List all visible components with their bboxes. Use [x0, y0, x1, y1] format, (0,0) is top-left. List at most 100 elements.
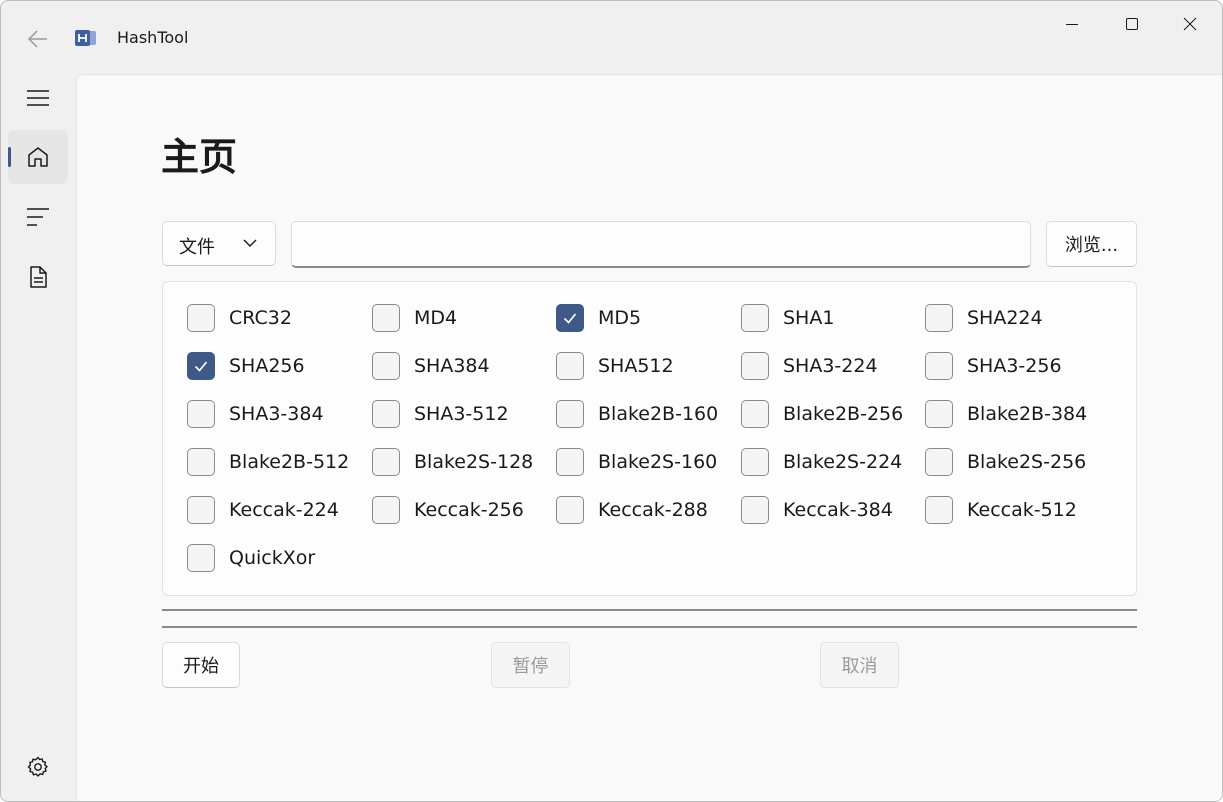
nav-menu-toggle[interactable] [8, 71, 68, 125]
checkbox-unchecked[interactable] [372, 304, 400, 332]
checkbox-unchecked[interactable] [741, 304, 769, 332]
progress-bar-top [162, 609, 1137, 611]
algorithm-option[interactable]: Keccak-384 [741, 494, 893, 526]
checkbox-unchecked[interactable] [741, 496, 769, 524]
checkbox-unchecked[interactable] [741, 400, 769, 428]
algorithm-option[interactable]: SHA3-256 [925, 350, 1062, 382]
algorithm-label: SHA512 [598, 355, 674, 377]
algorithm-option[interactable]: Blake2S-224 [741, 446, 902, 478]
algorithm-option[interactable]: Keccak-224 [187, 494, 339, 526]
checkbox-checked[interactable] [556, 304, 584, 332]
algorithm-label: QuickXor [229, 547, 316, 569]
checkbox-unchecked[interactable] [372, 352, 400, 380]
checkbox-unchecked[interactable] [187, 496, 215, 524]
algorithm-option[interactable]: Blake2B-512 [187, 446, 349, 478]
algorithm-label: Blake2B-160 [598, 403, 719, 425]
algorithm-option[interactable]: Blake2B-256 [741, 398, 903, 430]
algorithm-label: Blake2S-224 [783, 451, 903, 473]
algorithm-label: Blake2B-384 [967, 403, 1088, 425]
algorithm-option[interactable]: SHA512 [556, 350, 674, 382]
algorithm-option[interactable]: MD5 [556, 302, 641, 334]
algorithm-option[interactable]: Blake2B-384 [925, 398, 1087, 430]
settings-gear-icon [27, 756, 48, 777]
algorithm-label: Keccak-384 [783, 499, 893, 521]
checkbox-unchecked[interactable] [187, 544, 215, 572]
algorithm-option[interactable]: CRC32 [187, 302, 292, 334]
algorithm-label: Keccak-224 [229, 499, 339, 521]
chevron-down-icon [243, 239, 257, 247]
algorithm-option[interactable]: SHA3-384 [187, 398, 324, 430]
checkbox-unchecked[interactable] [556, 352, 584, 380]
back-arrow-icon [27, 30, 47, 48]
minimize-button[interactable] [1043, 5, 1101, 43]
checkbox-unchecked[interactable] [372, 448, 400, 476]
cancel-button[interactable]: 取消 [820, 642, 899, 688]
algorithm-option[interactable]: SHA3-224 [741, 350, 878, 382]
checkbox-unchecked[interactable] [925, 448, 953, 476]
algorithm-label: CRC32 [229, 307, 292, 329]
checkbox-checked[interactable] [187, 352, 215, 380]
checkmark-icon [563, 313, 577, 324]
list-icon [27, 208, 49, 226]
input-mode-dropdown[interactable]: 文件 [162, 221, 276, 266]
app-window: HashTool 主页 文件 浏览... CRC32 MD4 MD5 SHA1 … [0, 0, 1223, 802]
checkbox-unchecked[interactable] [556, 496, 584, 524]
algorithm-option[interactable]: Keccak-256 [372, 494, 524, 526]
checkbox-unchecked[interactable] [741, 352, 769, 380]
algorithm-option[interactable]: SHA3-512 [372, 398, 509, 430]
algorithm-option[interactable]: SHA256 [187, 350, 305, 382]
algorithm-label: MD5 [598, 307, 642, 329]
hamburger-menu-icon [27, 90, 49, 106]
algorithm-label: Keccak-288 [598, 499, 708, 521]
checkbox-unchecked[interactable] [372, 496, 400, 524]
algorithm-label: SHA256 [229, 355, 305, 377]
algorithm-label: SHA3-224 [783, 355, 878, 377]
title-bar: HashTool [1, 1, 1222, 73]
checkbox-unchecked[interactable] [187, 304, 215, 332]
algorithm-option[interactable]: Blake2S-128 [372, 446, 533, 478]
back-button[interactable] [23, 25, 53, 53]
algorithm-option[interactable]: Blake2S-160 [556, 446, 717, 478]
checkbox-unchecked[interactable] [187, 400, 215, 428]
checkbox-unchecked[interactable] [556, 448, 584, 476]
checkbox-unchecked[interactable] [925, 496, 953, 524]
maximize-icon [1126, 18, 1138, 30]
algorithm-option[interactable]: SHA224 [925, 302, 1043, 334]
algorithm-label: SHA384 [414, 355, 490, 377]
pause-button[interactable]: 暂停 [491, 642, 570, 688]
algorithm-option[interactable]: Blake2S-256 [925, 446, 1086, 478]
home-icon [28, 147, 48, 167]
checkbox-unchecked[interactable] [187, 448, 215, 476]
nav-item-home[interactable] [8, 130, 68, 184]
checkbox-unchecked[interactable] [372, 400, 400, 428]
algorithm-option[interactable]: MD4 [372, 302, 457, 334]
algorithm-option[interactable]: SHA384 [372, 350, 490, 382]
minimize-icon [1066, 24, 1078, 25]
checkbox-unchecked[interactable] [925, 352, 953, 380]
checkbox-unchecked[interactable] [741, 448, 769, 476]
document-icon [30, 266, 47, 288]
nav-item-document[interactable] [8, 250, 68, 304]
algorithm-option[interactable]: Keccak-288 [556, 494, 708, 526]
nav-item-list[interactable] [8, 190, 68, 244]
algorithm-option[interactable]: QuickXor [187, 542, 315, 574]
algorithm-option[interactable]: Blake2B-160 [556, 398, 718, 430]
path-input[interactable] [291, 221, 1031, 268]
algorithm-label: Keccak-256 [414, 499, 524, 521]
algorithm-option[interactable]: Keccak-512 [925, 494, 1077, 526]
app-logo-icon [75, 30, 97, 46]
browse-button[interactable]: 浏览... [1046, 221, 1137, 267]
close-button[interactable] [1161, 5, 1219, 43]
nav-item-settings[interactable] [8, 740, 68, 794]
checkbox-unchecked[interactable] [925, 400, 953, 428]
checkbox-unchecked[interactable] [556, 400, 584, 428]
close-icon [1183, 17, 1197, 31]
page-title: 主页 [161, 135, 238, 179]
main-content: 主页 文件 浏览... CRC32 MD4 MD5 SHA1 SHA224 SHA256 S… [76, 74, 1222, 801]
algorithm-panel: CRC32 MD4 MD5 SHA1 SHA224 SHA256 SHA384 SHA512 S… [162, 281, 1137, 596]
start-button[interactable]: 开始 [162, 642, 240, 688]
algorithm-label: SHA3-512 [414, 403, 509, 425]
maximize-button[interactable] [1103, 5, 1161, 43]
checkbox-unchecked[interactable] [925, 304, 953, 332]
algorithm-option[interactable]: SHA1 [741, 302, 834, 334]
